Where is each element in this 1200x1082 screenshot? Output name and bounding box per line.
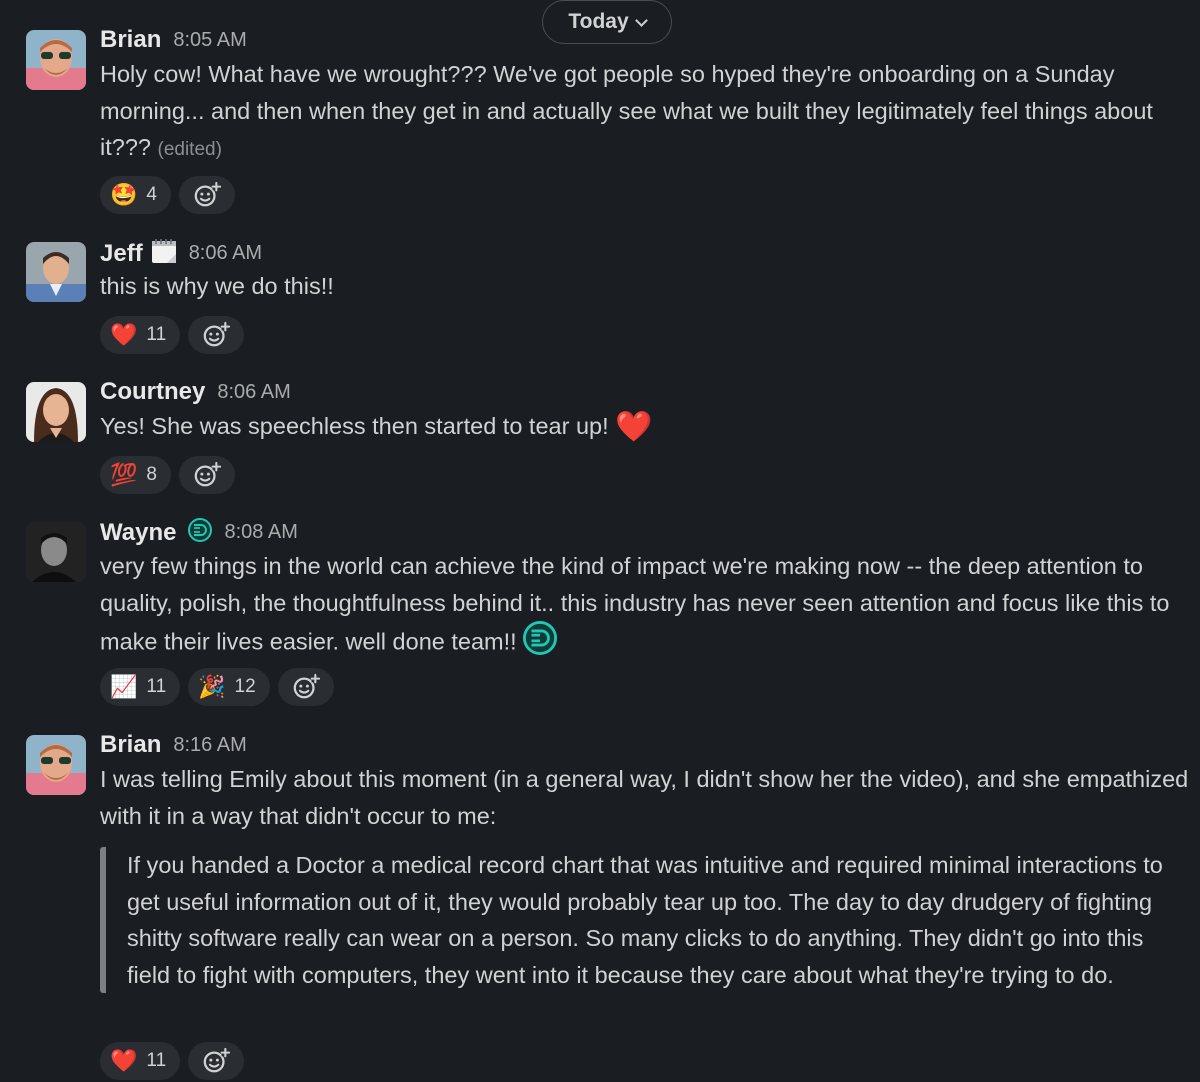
blockquote: If you handed a Doctor a medical record … (100, 847, 1190, 994)
star-struck-emoji-icon: 🤩 (110, 182, 138, 207)
reaction-pill[interactable]: 🤩 4 (100, 176, 171, 214)
timestamp[interactable]: 8:06 AM (189, 242, 262, 265)
author-name[interactable]: Courtney (100, 378, 205, 406)
chart-increasing-emoji-icon: 📈 (110, 674, 138, 699)
reaction-count: 12 (234, 676, 256, 697)
reaction-count: 11 (146, 1050, 167, 1071)
add-reaction-button[interactable] (188, 1042, 245, 1080)
chevron-down-icon (634, 13, 648, 27)
reaction-pill[interactable]: 🎉 12 (188, 668, 270, 706)
add-reaction-button[interactable] (277, 668, 334, 706)
timestamp[interactable]: 8:06 AM (217, 381, 290, 404)
message-text: Holy cow! What have we wrought??? We've … (100, 61, 1153, 161)
add-reaction-button[interactable] (178, 456, 235, 494)
heart-emoji-icon: ❤️ (110, 322, 138, 347)
message-text: this is why we do this!! (100, 273, 334, 299)
add-reaction-icon (202, 1047, 230, 1075)
timestamp[interactable]: 8:08 AM (224, 521, 297, 544)
company-logo-emoji-icon (523, 621, 558, 666)
avatar[interactable] (26, 382, 86, 442)
reaction-pill[interactable]: 💯 8 (100, 456, 171, 494)
avatar[interactable] (26, 242, 86, 302)
heart-emoji-icon: ❤️ (110, 1048, 138, 1073)
reaction-count: 8 (146, 464, 157, 485)
author-name[interactable]: Brian (100, 26, 161, 54)
date-label: Today (568, 10, 629, 33)
author-name[interactable]: Brian (100, 731, 161, 759)
reaction-pill[interactable]: ❤️ 11 (100, 1042, 181, 1080)
message-text: I was telling Emily about this moment (i… (100, 766, 1189, 829)
add-reaction-button[interactable] (178, 176, 235, 214)
add-reaction-icon (202, 321, 230, 349)
calendar-icon (151, 238, 177, 269)
party-popper-emoji-icon: 🎉 (198, 674, 226, 699)
reaction-count: 11 (146, 676, 167, 697)
edited-label: (edited) (157, 139, 222, 161)
reaction-pill[interactable]: 📈 11 (100, 668, 181, 706)
timestamp[interactable]: 8:16 AM (173, 734, 246, 757)
avatar[interactable] (26, 30, 86, 90)
author-name[interactable]: Wayne (100, 519, 176, 547)
message-text: very few things in the world can achieve… (100, 548, 1195, 666)
avatar[interactable] (26, 522, 86, 582)
reaction-count: 11 (146, 324, 167, 345)
date-divider-button[interactable]: Today (542, 0, 672, 44)
hundred-points-emoji-icon: 💯 (110, 462, 138, 487)
reaction-pill[interactable]: ❤️ 11 (100, 316, 181, 354)
timestamp[interactable]: 8:05 AM (173, 29, 246, 52)
add-reaction-button[interactable] (188, 316, 245, 354)
add-reaction-icon (292, 673, 320, 701)
company-logo-icon (188, 518, 213, 547)
add-reaction-icon (193, 461, 221, 489)
add-reaction-icon (193, 181, 221, 209)
heart-emoji-icon: ❤️ (615, 410, 653, 444)
reaction-count: 4 (146, 184, 157, 205)
author-name[interactable]: Jeff (100, 240, 143, 268)
message-text: Yes! She was speechless then started to … (100, 410, 653, 444)
avatar[interactable] (26, 735, 86, 795)
